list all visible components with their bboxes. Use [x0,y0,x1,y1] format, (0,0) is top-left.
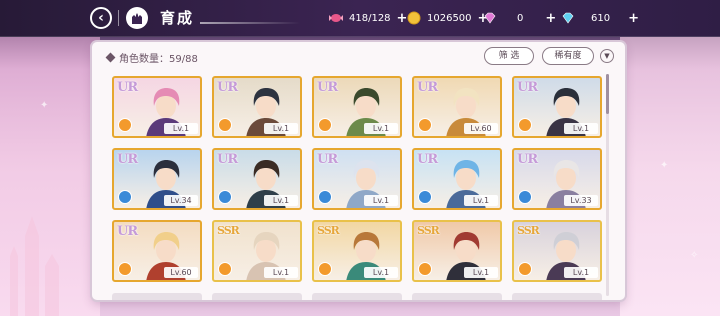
filter-button[interactable]: 筛 选 [484,47,534,65]
character-card[interactable]: UR Lv.60 [412,76,502,138]
element-icon [318,118,332,132]
rarity-badge: SSR [517,224,540,237]
gold-value: 1026500 [427,12,472,24]
rarity-badge: UR [417,152,438,167]
level-badge: Lv.60 [164,267,198,278]
character-panel: 角色数量：59/88 筛 选 稀有度 ▼ UR Lv.1 UR Lv.1 UR Lv.1 U… [92,42,625,300]
sparkle-icon: ✦ [40,100,49,111]
castle-decoration [10,216,59,316]
element-icon [218,262,232,276]
rarity-badge: SSR [417,224,440,237]
level-badge: Lv.1 [464,195,498,206]
element-icon [318,262,332,276]
rarity-badge: UR [517,80,538,95]
level-badge: Lv.1 [164,123,198,134]
next-row-peek [112,293,602,300]
rarity-badge: UR [117,80,138,95]
element-icon [518,190,532,204]
rarity-badge: UR [317,152,338,167]
rarity-badge: SSR [317,224,340,237]
level-badge: Lv.34 [164,195,198,206]
element-icon [118,262,132,276]
character-count-label: 角色数量：59/88 [119,54,198,65]
element-icon [218,190,232,204]
level-badge: Lv.1 [264,123,298,134]
character-card[interactable]: UR Lv.1 [112,76,202,138]
rarity-badge: SSR [217,224,240,237]
character-card[interactable]: UR Lv.1 [512,76,602,138]
level-badge: Lv.60 [464,123,498,134]
element-icon [518,118,532,132]
page-title: 育成 [160,9,195,27]
rarity-badge: UR [117,152,138,167]
sparkle-icon: ✧ [690,250,699,261]
element-icon [518,262,532,276]
element-icon [218,118,232,132]
pink-gem-resource: 0 + [482,10,556,26]
pink-gem-icon [484,12,496,24]
level-badge: Lv.1 [364,267,398,278]
element-icon [118,118,132,132]
level-badge: Lv.1 [464,267,498,278]
rarity-badge: UR [517,152,538,167]
add-blue-gem-button[interactable]: + [628,11,639,26]
character-card[interactable]: SSR Lv.1 [212,220,302,282]
level-badge: Lv.33 [564,195,598,206]
level-badge: Lv.1 [564,123,598,134]
blue-gem-resource: 610 + [560,10,639,26]
character-card[interactable]: UR Lv.34 [112,148,202,210]
element-icon [418,262,432,276]
pink-gem-value: 0 [517,12,524,24]
divider [118,10,119,26]
rarity-badge: UR [417,80,438,95]
character-card[interactable]: UR Lv.33 [512,148,602,210]
character-card[interactable]: SSR Lv.1 [412,220,502,282]
rarity-badge: UR [217,152,238,167]
candy-resource: 418/128 + [328,10,407,26]
character-card[interactable]: SSR Lv.1 [312,220,402,282]
level-badge: Lv.1 [564,267,598,278]
character-card[interactable]: UR Lv.1 [412,148,502,210]
castle-icon [132,13,142,24]
diamond-bullet-icon [105,52,116,63]
background-right [620,30,720,316]
gold-coin-icon [407,11,421,25]
character-card[interactable]: SSR Lv.1 [512,220,602,282]
rarity-sort-button[interactable]: 稀有度 [542,47,594,65]
character-count: 角色数量：59/88 [105,50,198,65]
top-bar: ‹ 育成 418/128 + 1026500 + 0 + 610 + [0,0,720,37]
blue-gem-icon [562,12,574,24]
character-card[interactable]: UR Lv.1 [312,76,402,138]
element-icon [418,118,432,132]
sparkle-icon: ✦ [660,160,669,171]
home-button[interactable] [126,7,148,29]
character-card[interactable]: UR Lv.1 [212,76,302,138]
blue-gem-value: 610 [591,12,611,24]
character-card[interactable]: UR Lv.60 [112,220,202,282]
level-badge: Lv.1 [264,267,298,278]
element-icon [418,190,432,204]
rarity-badge: UR [317,80,338,95]
chevron-down-icon[interactable]: ▼ [600,49,614,63]
character-card[interactable]: UR Lv.1 [312,148,402,210]
character-grid: UR Lv.1 UR Lv.1 UR Lv.1 UR Lv.60 UR Lv.1 UR Lv.34 UR… [112,76,602,282]
rarity-badge: UR [117,224,138,239]
level-badge: Lv.1 [364,195,398,206]
rarity-badge: UR [217,80,238,95]
scrollbar-thumb[interactable] [606,74,609,114]
level-badge: Lv.1 [264,195,298,206]
gold-resource: 1026500 + [406,10,488,26]
level-badge: Lv.1 [364,123,398,134]
candy-icon [329,14,343,22]
element-icon [318,190,332,204]
add-pink-gem-button[interactable]: + [545,11,556,26]
candy-value: 418/128 [349,12,391,24]
panel-header: 角色数量：59/88 筛 选 稀有度 ▼ [92,42,625,70]
back-button[interactable]: ‹ [90,7,112,29]
element-icon [118,190,132,204]
title-underline [200,22,300,24]
character-card[interactable]: UR Lv.1 [212,148,302,210]
